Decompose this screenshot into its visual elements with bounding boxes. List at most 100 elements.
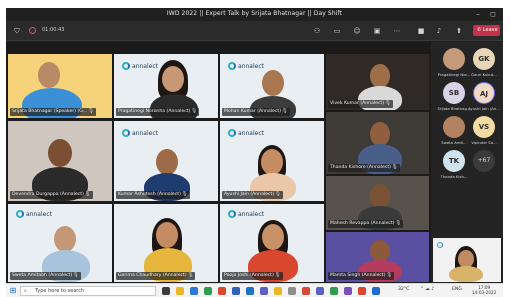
annalect-logo: annalect (122, 62, 158, 70)
more-participants-button[interactable]: +67 (473, 150, 495, 172)
video-tile[interactable]: Mamta Singh (Annalect)🎙 (326, 232, 429, 282)
more-options-icon[interactable]: ⋯ (392, 26, 402, 36)
word-icon[interactable] (232, 287, 240, 295)
participant-name-label: Vivek Kumar (Annalect)🎙 (328, 100, 393, 108)
avatar-name: Gauri Kukut... (471, 72, 497, 77)
participants-side-panel: Pragatinegi Nor... GK Gauri Kukut... SB … (431, 42, 503, 283)
video-tile[interactable]: Garima Chaudhary (Annalect)🎙 (114, 204, 218, 282)
participant-face (370, 122, 390, 146)
video-tile[interactable]: annalect Ayushi Jain (Annalect)🎙 (220, 121, 324, 201)
settings-icon[interactable] (288, 287, 296, 295)
participant-name-label: Mamta Singh (Annalect)🎙 (328, 272, 395, 280)
participant-avatar[interactable] (443, 48, 465, 70)
participant-avatar[interactable]: SB (443, 82, 465, 104)
react-icon[interactable]: ☺ (352, 26, 362, 36)
participant-name-label: Sweta Amitabh (Annalect)🎙 (10, 272, 82, 280)
video-tile[interactable]: annalect Pragatinegi Noronha (Annalect)🎙 (114, 54, 218, 118)
minimize-button[interactable]: – (472, 9, 484, 19)
app-icon[interactable] (372, 287, 380, 295)
participant-name-label: Devendra Durgappa (Annalect)🎙 (10, 191, 93, 199)
avatar-name: Vipinder Sa... (471, 140, 497, 145)
video-tile[interactable]: annalect Kumar Ashutosh (Annalect)🎙 (114, 121, 218, 201)
share-tray-icon[interactable]: ▣ (372, 26, 382, 36)
input-language[interactable]: ENG (452, 287, 462, 292)
self-view-tile[interactable] (433, 238, 501, 282)
participant-avatar[interactable] (443, 116, 465, 138)
search-placeholder: Type here to search (35, 288, 85, 294)
participant-face (162, 66, 184, 92)
annalect-logo: annalect (228, 210, 264, 218)
participant-avatar[interactable]: GK (473, 48, 495, 70)
avatar-name: Pragatinegi Nor... (437, 72, 471, 77)
share-screen-icon[interactable]: ⬆ (454, 26, 464, 36)
participant-face (48, 139, 72, 167)
participant-face (54, 226, 76, 252)
meeting-timer: 01:00:43 (42, 27, 65, 33)
maximize-button[interactable]: ◻ (487, 9, 499, 19)
participant-name-label: Ayushi Jain (Annalect)🎙 (222, 191, 283, 199)
participant-face (370, 184, 390, 208)
meeting-toolbar: ⛉ 01:00:43 ⚇ ▭ ☺ ▣ ⋯ ■ ♪ ⬆ ✆ Leave (6, 21, 503, 41)
task-view-icon[interactable] (162, 287, 170, 295)
participant-avatar[interactable]: TK (443, 150, 465, 172)
participant-name-label: Pooja Joshi (Annalect)🎙 (222, 272, 283, 280)
people-icon[interactable]: ⚇ (312, 26, 322, 36)
tray-icons[interactable]: ⌃ ☁ ♪ (420, 287, 434, 292)
chrome-icon[interactable] (274, 287, 282, 295)
powerpoint-icon[interactable] (218, 287, 226, 295)
annalect-logo: annalect (122, 129, 158, 137)
title-bar: IWD 2022 || Expert Talk by Srijata Bhatn… (6, 8, 503, 21)
participant-avatar[interactable]: AJ (473, 82, 495, 104)
participant-name-label: Garima Chaudhary (Annalect)🎙 (116, 272, 196, 280)
participant-name-label: Srijata Bhatnagar (Speaker) (G...🎙 (10, 108, 97, 116)
video-tile[interactable]: Vivek Kumar (Annalect)🎙 (326, 54, 429, 110)
video-tile[interactable]: Devendra Durgappa (Annalect)🎙 (8, 121, 112, 201)
leave-button[interactable]: ✆ Leave (473, 25, 500, 36)
teams-icon[interactable] (260, 287, 268, 295)
participant-name-label: Thanda Kishore (Annalect)🎙 (328, 164, 400, 172)
outlook-icon[interactable] (246, 287, 254, 295)
participant-name-label: Mohan Kumar (Annalect)🎙 (222, 108, 290, 116)
avatar-name: Sweta Amit... (441, 140, 467, 145)
avatar-name: Srijata Bhatnag... (437, 106, 471, 111)
search-icon: ⌕ (24, 288, 27, 294)
participant-avatar[interactable]: VS (473, 116, 495, 138)
video-tile[interactable]: Mahesh Revappa (Annalect)🎙 (326, 176, 429, 230)
excel-icon[interactable] (204, 287, 212, 295)
participant-face (262, 224, 284, 250)
windows-start-icon[interactable]: ⊞ (8, 286, 18, 296)
participant-name-label: Pragatinegi Noronha (Annalect)🎙 (116, 108, 200, 116)
video-tile[interactable]: annalect Mohan Kumar (Annalect)🎙 (220, 54, 324, 118)
file-explorer-icon[interactable] (176, 287, 184, 295)
video-tile[interactable]: Srijata Bhatnagar (Speaker) (G...🎙 (8, 54, 112, 118)
recording-icon (29, 27, 36, 34)
clock-date: 14-03-2022 (472, 290, 497, 295)
chat-icon[interactable]: ▭ (332, 26, 342, 36)
teams-active-icon[interactable] (316, 287, 324, 295)
participant-name-label: Kumar Ashutosh (Annalect)🎙 (116, 191, 190, 199)
camera-icon[interactable]: ■ (416, 26, 426, 36)
video-tile[interactable]: Thanda Kishore (Annalect)🎙 (326, 112, 429, 174)
shield-icon: ⛉ (14, 27, 20, 35)
annalect-logo: annalect (16, 210, 52, 218)
windows-taskbar: ⊞ ⌕ Type here to search 32°C ⌃ ☁ ♪ ENG 1… (6, 283, 503, 297)
leave-label: Leave (482, 27, 498, 33)
window-title: IWD 2022 || Expert Talk by Srijata Bhatn… (166, 10, 343, 17)
taskbar-search-input[interactable]: ⌕ Type here to search (20, 286, 156, 296)
app-icon[interactable] (302, 287, 310, 295)
video-tile[interactable]: annalect Sweta Amitabh (Annalect)🎙 (8, 204, 112, 282)
edge-icon[interactable] (190, 287, 198, 295)
tray-clock[interactable]: 17:09 14-03-2022 (472, 285, 496, 295)
mic-muted-icon[interactable]: ♪ (434, 26, 444, 36)
weather-temperature: 32°C (398, 287, 410, 292)
app-icon[interactable] (358, 287, 366, 295)
annalect-logo: annalect (228, 129, 264, 137)
video-tile[interactable]: annalect Pooja Joshi (Annalect)🎙 (220, 204, 324, 282)
annalect-logo: annalect (228, 62, 264, 70)
avatar-name: Thanda Kish... (440, 174, 468, 179)
app-icon[interactable] (344, 287, 352, 295)
participant-face (156, 222, 178, 248)
participant-body (449, 266, 483, 282)
teams-meeting-window: IWD 2022 || Expert Talk by Srijata Bhatn… (6, 8, 503, 283)
app-icon[interactable] (330, 287, 338, 295)
